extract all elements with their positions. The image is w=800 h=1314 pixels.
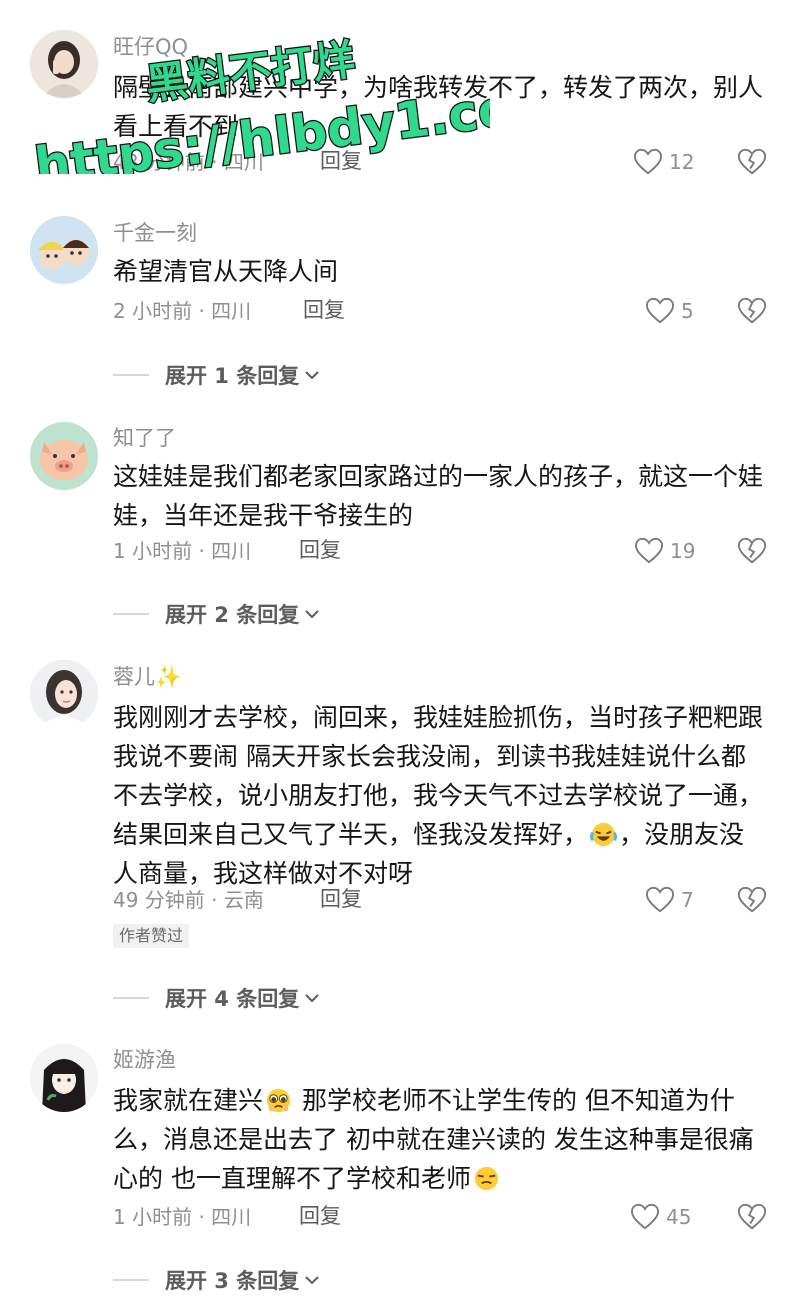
- dislike-button[interactable]: [737, 536, 767, 566]
- like-button[interactable]: 7: [645, 885, 694, 915]
- avatar-pig-icon: [30, 422, 98, 490]
- like-count: 19: [670, 539, 696, 563]
- avatar[interactable]: [30, 660, 98, 728]
- username[interactable]: 千金一刻: [113, 220, 197, 246]
- expand-replies-label: 展开 4 条回复: [165, 987, 300, 1011]
- divider-line: [113, 1279, 149, 1281]
- like-count: 7: [681, 888, 694, 912]
- avatar-anime-girl-icon: [30, 1044, 98, 1112]
- dislike-button[interactable]: [737, 147, 767, 177]
- comment-meta: 1 小时前 · 四川: [113, 1205, 252, 1229]
- like-count: 5: [681, 299, 694, 323]
- broken-heart-icon: [737, 1203, 767, 1230]
- comment-text: 希望清官从天降人间: [113, 257, 339, 286]
- heart-outline-icon: [630, 1203, 660, 1230]
- comment-meta: 1 小时前 · 四川: [113, 539, 252, 563]
- annoyed-emoji-icon: [474, 1166, 499, 1191]
- like-button[interactable]: 19: [634, 536, 695, 566]
- expand-replies-button[interactable]: 展开 2 条回复: [113, 600, 321, 628]
- username[interactable]: 知了了: [113, 425, 176, 451]
- like-count: 45: [666, 1205, 692, 1229]
- like-button[interactable]: 12: [633, 147, 694, 177]
- broken-heart-icon: [737, 886, 767, 913]
- expand-replies-button[interactable]: 展开 3 条回复: [113, 1266, 321, 1294]
- chevron-down-icon: [305, 371, 319, 380]
- like-button[interactable]: 45: [630, 1202, 691, 1232]
- expand-replies-label: 展开 3 条回复: [165, 1269, 300, 1293]
- reply-button[interactable]: 回复: [303, 297, 345, 323]
- dislike-button[interactable]: [737, 1202, 767, 1232]
- comment-text: 我刚刚才去学校，闹回来，我娃娃脸抓伤，当时孩子粑粑跟我说不要闹 隔天开家长会我没…: [113, 698, 763, 893]
- dislike-button[interactable]: [737, 296, 767, 326]
- divider-line: [113, 997, 149, 999]
- divider-line: [113, 613, 149, 615]
- username[interactable]: 姬游渔: [113, 1047, 176, 1073]
- heart-outline-icon: [645, 297, 675, 324]
- comment-text: 我家就在建兴 那学校老师不让学生传的 但不知道为什么，消息还是出去了 初中就在建…: [113, 1081, 763, 1198]
- expand-replies-label: 展开 1 条回复: [165, 364, 300, 388]
- comment-text: 这娃娃是我们都老家回家路过的一家人的孩子，就这一个娃娃，当年还是我干爷接生的: [113, 462, 764, 530]
- chevron-down-icon: [305, 1276, 319, 1285]
- reply-button[interactable]: 回复: [299, 1203, 341, 1229]
- avatar[interactable]: [30, 1044, 98, 1112]
- username[interactable]: 蓉儿✨: [113, 664, 181, 690]
- avatar[interactable]: [30, 422, 98, 490]
- chevron-down-icon: [305, 610, 319, 619]
- broken-heart-icon: [737, 148, 767, 175]
- comment-meta: 49 分钟前 · 云南: [113, 888, 264, 912]
- broken-heart-icon: [737, 537, 767, 564]
- comment-text: 隔壁县南部建兴中学，为啥我转发不了，转发了两次，别人看上看不到: [113, 73, 764, 141]
- expand-replies-button[interactable]: 展开 4 条回复: [113, 984, 321, 1012]
- comment-text-part: 我家就在建兴: [113, 1086, 264, 1115]
- heart-outline-icon: [633, 148, 663, 175]
- author-liked-badge: 作者赞过: [113, 924, 190, 948]
- like-button[interactable]: 5: [645, 296, 694, 326]
- reply-button[interactable]: 回复: [320, 886, 362, 912]
- pleading-emoji-icon: [266, 1088, 291, 1113]
- dislike-button[interactable]: [737, 885, 767, 915]
- heart-outline-icon: [645, 886, 675, 913]
- expand-replies-label: 展开 2 条回复: [165, 603, 300, 627]
- heart-outline-icon: [634, 537, 664, 564]
- laughing-crying-emoji-icon: [590, 822, 618, 847]
- like-count: 12: [669, 150, 695, 174]
- broken-heart-icon: [737, 297, 767, 324]
- avatar[interactable]: [30, 216, 98, 284]
- comment-meta: 48 分钟前 · 四川: [113, 150, 264, 174]
- chevron-down-icon: [305, 994, 319, 1003]
- avatar[interactable]: [30, 30, 98, 98]
- reply-button[interactable]: 回复: [320, 148, 362, 174]
- avatar-girl-icon: [30, 30, 98, 98]
- divider-line: [113, 374, 149, 376]
- avatar-children-icon: [30, 216, 98, 284]
- avatar-woman-icon: [30, 660, 98, 728]
- username[interactable]: 旺仔QQ: [113, 34, 188, 60]
- reply-button[interactable]: 回复: [299, 537, 341, 563]
- comment-meta: 2 小时前 · 四川: [113, 299, 252, 323]
- expand-replies-button[interactable]: 展开 1 条回复: [113, 361, 321, 389]
